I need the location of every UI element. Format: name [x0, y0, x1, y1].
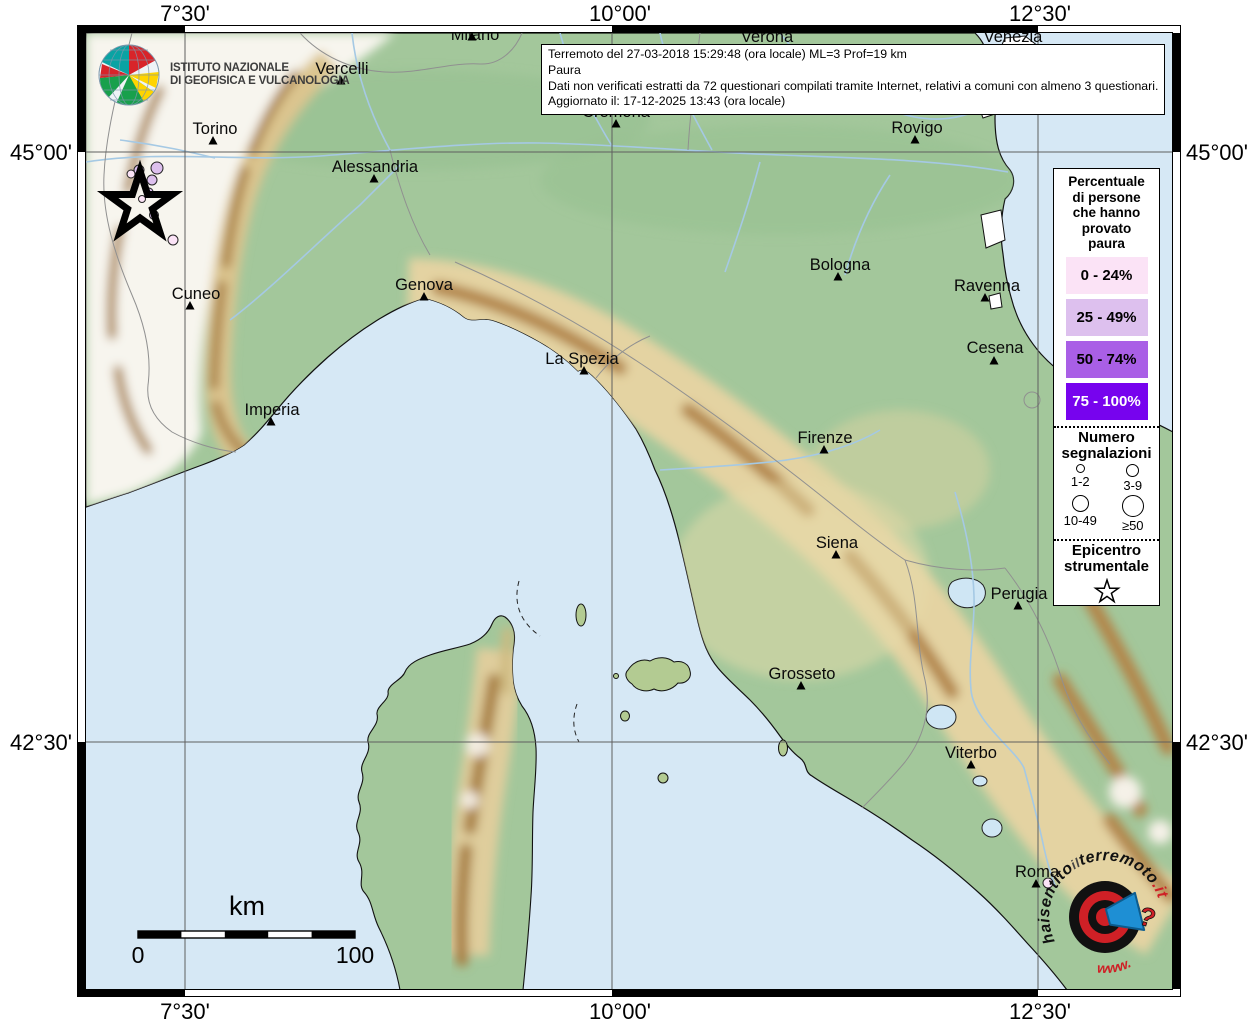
city-label: Bologna	[810, 256, 871, 274]
felt-report-circle	[151, 162, 163, 174]
city-label: Grosseto	[769, 665, 836, 683]
legend-separator-2	[1054, 539, 1159, 541]
city-label: Firenze	[797, 429, 852, 447]
legend-color-classes: 0 - 24% 25 - 49% 50 - 74% 75 - 100%	[1054, 257, 1159, 420]
city-label: La Spezia	[545, 350, 619, 368]
legend-count-item: 10-49	[1054, 495, 1107, 533]
city-label: Alessandria	[332, 158, 419, 176]
ingv-globe-icon	[96, 42, 164, 108]
axis-label-latitude: 42°30'	[1186, 730, 1248, 756]
count-circle-icon	[1072, 495, 1089, 512]
legend-counts-title: Numero segnalazioni	[1054, 430, 1159, 462]
count-circle-icon	[1076, 464, 1085, 473]
legend-count-label: 1-2	[1071, 474, 1090, 489]
count-circle-icon	[1122, 495, 1144, 517]
legend-count-symbols: 1-2 3-9 10-49 ≥50	[1054, 462, 1159, 533]
legend-class-label: 25 - 49%	[1076, 309, 1136, 326]
ingv-logo: ISTITUTO NAZIONALE DI GEOFISICA E VULCAN…	[96, 42, 349, 108]
legend-title: Percentuale di persone che hanno provato…	[1054, 174, 1159, 252]
event-updated: Aggiornato il: 17-12-2025 13:43 (ora loc…	[548, 94, 1158, 110]
epicenter-star-icon	[1093, 578, 1121, 606]
city-label: Ravenna	[954, 277, 1021, 295]
legend-class-swatch: 50 - 74%	[1066, 341, 1148, 378]
felt-report-circle	[139, 196, 146, 203]
city-label: Siena	[816, 534, 859, 552]
earthquake-felt-map-page: { "info_box": { "line1": "Terremoto del …	[0, 0, 1255, 1024]
scale-unit-label: km	[200, 891, 294, 922]
event-effect: Paura	[548, 63, 1158, 79]
felt-report-circle	[168, 235, 178, 245]
logo-www-text: www.	[1097, 955, 1134, 977]
city-label: Torino	[193, 120, 238, 138]
event-info-box: Terremoto del 27-03-2018 15:29:48 (ora l…	[541, 44, 1165, 115]
city-label: Genova	[395, 276, 454, 294]
axis-label-longitude: 12°30'	[1009, 999, 1071, 1025]
count-circle-icon	[1126, 464, 1139, 477]
axis-label-longitude: 10°00'	[589, 999, 651, 1025]
scale-start-label: 0	[114, 942, 162, 969]
scale-bar	[138, 931, 355, 938]
city-label: Rovigo	[891, 119, 942, 137]
felt-report-circle	[127, 170, 135, 178]
felt-report-circle	[147, 175, 157, 185]
axis-label-longitude: 10°00'	[589, 1, 651, 27]
axis-label-longitude: 7°30'	[160, 999, 210, 1025]
map-area: MilanoVercelliTorinoCremonaVeronaVenezia…	[86, 26, 1173, 990]
legend-count-item: 1-2	[1054, 464, 1107, 493]
legend-separator	[1054, 426, 1159, 428]
legend-class-swatch: 25 - 49%	[1066, 299, 1148, 336]
axis-label-longitude: 7°30'	[160, 1, 210, 27]
city-label: Cesena	[967, 339, 1025, 357]
ingv-name: ISTITUTO NAZIONALE DI GEOFISICA E VULCAN…	[170, 62, 349, 88]
event-title: Terremoto del 27-03-2018 15:29:48 (ora l…	[548, 47, 1158, 63]
legend-count-item: 3-9	[1107, 464, 1160, 493]
legend-panel: Percentuale di persone che hanno provato…	[1053, 168, 1160, 606]
legend-class-label: 75 - 100%	[1072, 393, 1140, 410]
city-label: Perugia	[991, 585, 1049, 603]
axis-label-latitude: 45°00'	[0, 140, 72, 166]
legend-class-label: 50 - 74%	[1076, 351, 1136, 368]
city-label: Cuneo	[172, 285, 221, 303]
haisentitoilterremoto-logo: haisentitoilterremoto.it www. ?	[1030, 848, 1170, 998]
city-label: Imperia	[244, 401, 300, 419]
axis-label-latitude: 42°30'	[0, 730, 72, 756]
legend-count-label: 3-9	[1123, 478, 1142, 493]
legend-count-label: 10-49	[1064, 513, 1097, 528]
legend-count-item: ≥50	[1107, 495, 1160, 533]
event-data-note: Dati non verificati estratti da 72 quest…	[548, 79, 1158, 95]
legend-class-swatch: 75 - 100%	[1066, 383, 1148, 420]
axis-label-latitude: 45°00'	[1186, 140, 1248, 166]
legend-class-label: 0 - 24%	[1081, 267, 1133, 284]
legend-epicenter-title: Epicentro strumentale	[1054, 543, 1159, 575]
axis-label-longitude: 12°30'	[1009, 1, 1071, 27]
legend-class-swatch: 0 - 24%	[1066, 257, 1148, 294]
legend-count-label: ≥50	[1122, 518, 1144, 533]
scale-end-label: 100	[322, 942, 388, 969]
city-label: Viterbo	[945, 744, 997, 762]
